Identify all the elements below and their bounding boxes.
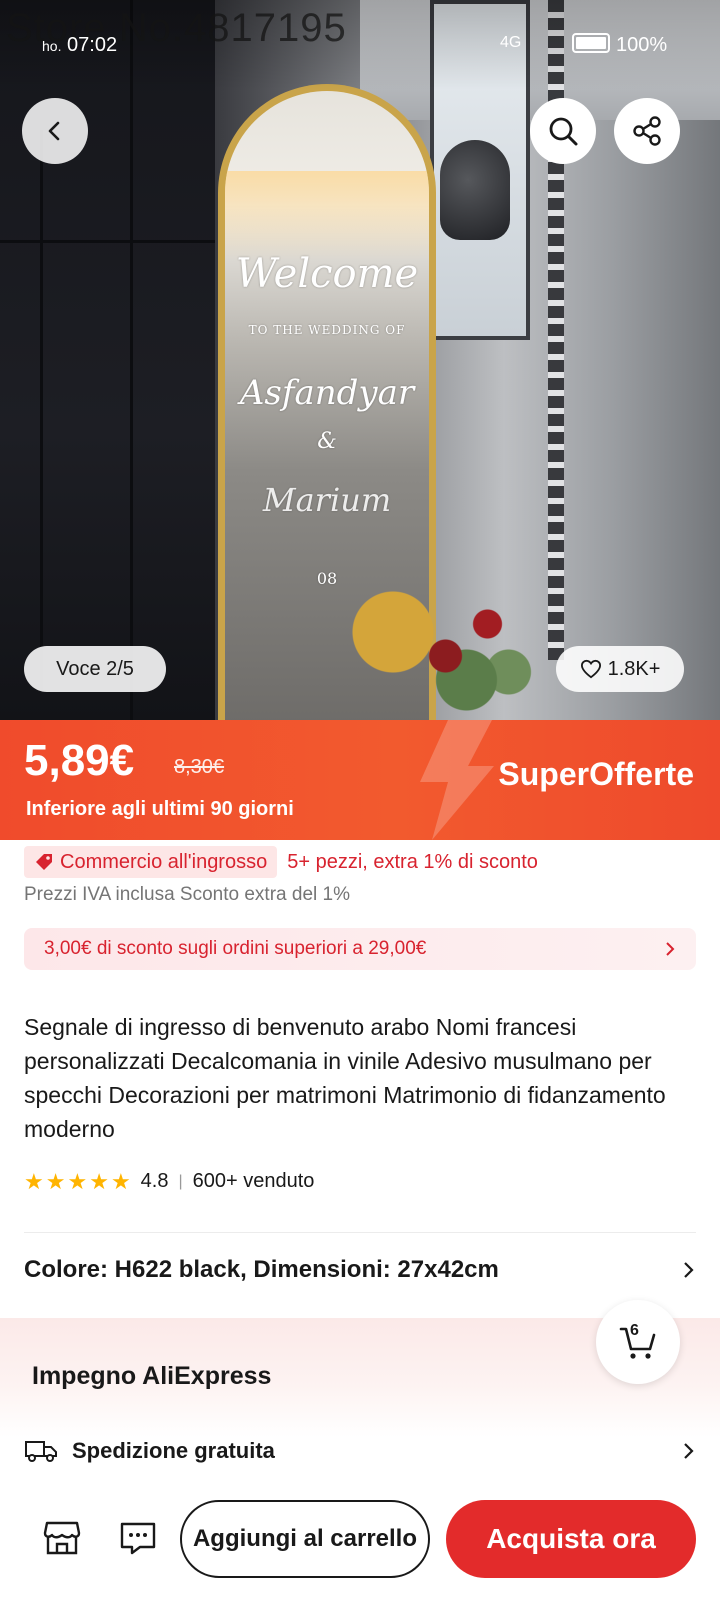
product-title: Segnale di ingresso di benvenuto arabo N… [24,1014,666,1142]
wholesale-tag-label: Commercio all'ingrosso [60,850,268,873]
super-offer-banner: 5,89€ 8,30€ Inferiore agli ultimi 90 gio… [0,720,720,840]
shipping-label: Spedizione gratuita [72,1438,275,1463]
truck-icon [25,1441,57,1462]
share-icon [633,116,661,146]
wishlist-button[interactable]: 1.8K+ [556,646,684,692]
status-time-value: 07:02 [67,34,118,56]
mirror-subtitle-text: TO THE WEDDING OF [248,323,406,337]
product-image[interactable]: Welcome TO THE WEDDING OF Asfandyar & Ma… [0,0,720,720]
chevron-right-icon [684,1262,694,1278]
cart-button[interactable]: 6 [596,1300,680,1384]
sold-count: 600+ venduto [192,1170,315,1192]
mirror-amp-text: & [317,429,337,454]
coupon-text: 3,00€ di sconto sugli ordini superiori a… [44,938,427,959]
original-price: 8,30€ [174,756,225,778]
wishlist-count: 1.8K+ [607,657,661,680]
cart-count: 6 [630,1322,639,1339]
image-counter: Voce 2/5 [24,646,166,692]
wholesale-tag: Commercio all'ingrosso [24,846,278,878]
battery-percent: 100% [616,34,668,56]
rating-value: 4.8 [140,1170,169,1192]
wholesale-extra: 5+ pezzi, extra 1% di sconto [287,850,538,873]
status-time: ho. 07:02 [42,34,117,57]
status-time-prefix: ho. [42,38,62,54]
variant-label: Colore: H622 black, Dimensioni: 27x42cm [24,1256,499,1283]
tag-icon [36,854,52,870]
star-icon: ★ [67,1168,88,1194]
star-icon: ★ [24,1168,44,1194]
heart-icon [580,659,601,679]
store-button[interactable] [40,1516,84,1560]
add-to-cart-button[interactable]: Aggiungi al carrello [180,1500,430,1578]
hero-door-line [0,240,215,243]
current-price: 5,89€ [24,736,135,785]
share-button[interactable] [614,98,680,164]
lightning-icon [420,720,494,840]
network-icon: 4G [500,34,522,51]
search-button[interactable] [530,98,596,164]
shipping-row[interactable]: Spedizione gratuita [24,1438,696,1464]
chevron-right-icon [684,1443,694,1459]
buy-now-button[interactable]: Acquista ora [446,1500,696,1578]
mirror-name2-text: Marium [262,481,392,519]
price-note: Inferiore agli ultimi 90 giorni [26,798,294,820]
wholesale-row[interactable]: Commercio all'ingrosso 5+ pezzi, extra 1… [24,846,538,878]
store-icon [43,1521,81,1555]
back-button[interactable] [22,98,88,164]
hero-flowers [330,560,540,720]
rating-stars: ★ ★ ★ ★ ★ [24,1168,131,1194]
hero-mirror-glow [225,171,429,261]
mirror-name1-text: Asfandyar [239,373,415,413]
star-icon: ★ [110,1168,131,1194]
hero-door-line [130,0,133,720]
coupon-banner[interactable]: 3,00€ di sconto sugli ordini superiori a… [24,928,696,970]
divider [24,1232,696,1233]
chevron-right-icon [666,942,675,956]
rating-separator: | [178,1172,183,1190]
battery-icon [572,33,610,53]
star-icon: ★ [89,1168,109,1194]
mirror-welcome-text: Welcome [235,251,419,297]
hero-door-line [40,130,43,690]
variant-selector[interactable]: Colore: H622 black, Dimensioni: 27x42cm [24,1256,696,1284]
message-button[interactable] [116,1516,160,1560]
commitment-heading: Impegno AliExpress [32,1362,272,1390]
back-icon [48,121,60,141]
vat-note: Prezzi IVA inclusa Sconto extra del 1% [24,884,350,905]
rating-row[interactable]: ★ ★ ★ ★ ★ 4.8 | 600+ venduto [24,1170,314,1193]
bottom-action-bar: Aggiungi al carrello Acquista ora [0,1478,720,1598]
hero-vase [440,140,510,240]
search-icon [549,117,578,146]
message-icon [120,1522,156,1555]
super-offer-logo: SuperOfferte [498,756,694,792]
status-bar: Store No.4817195 ho. 07:02 4G 100% [0,0,720,90]
star-icon: ★ [45,1168,66,1194]
